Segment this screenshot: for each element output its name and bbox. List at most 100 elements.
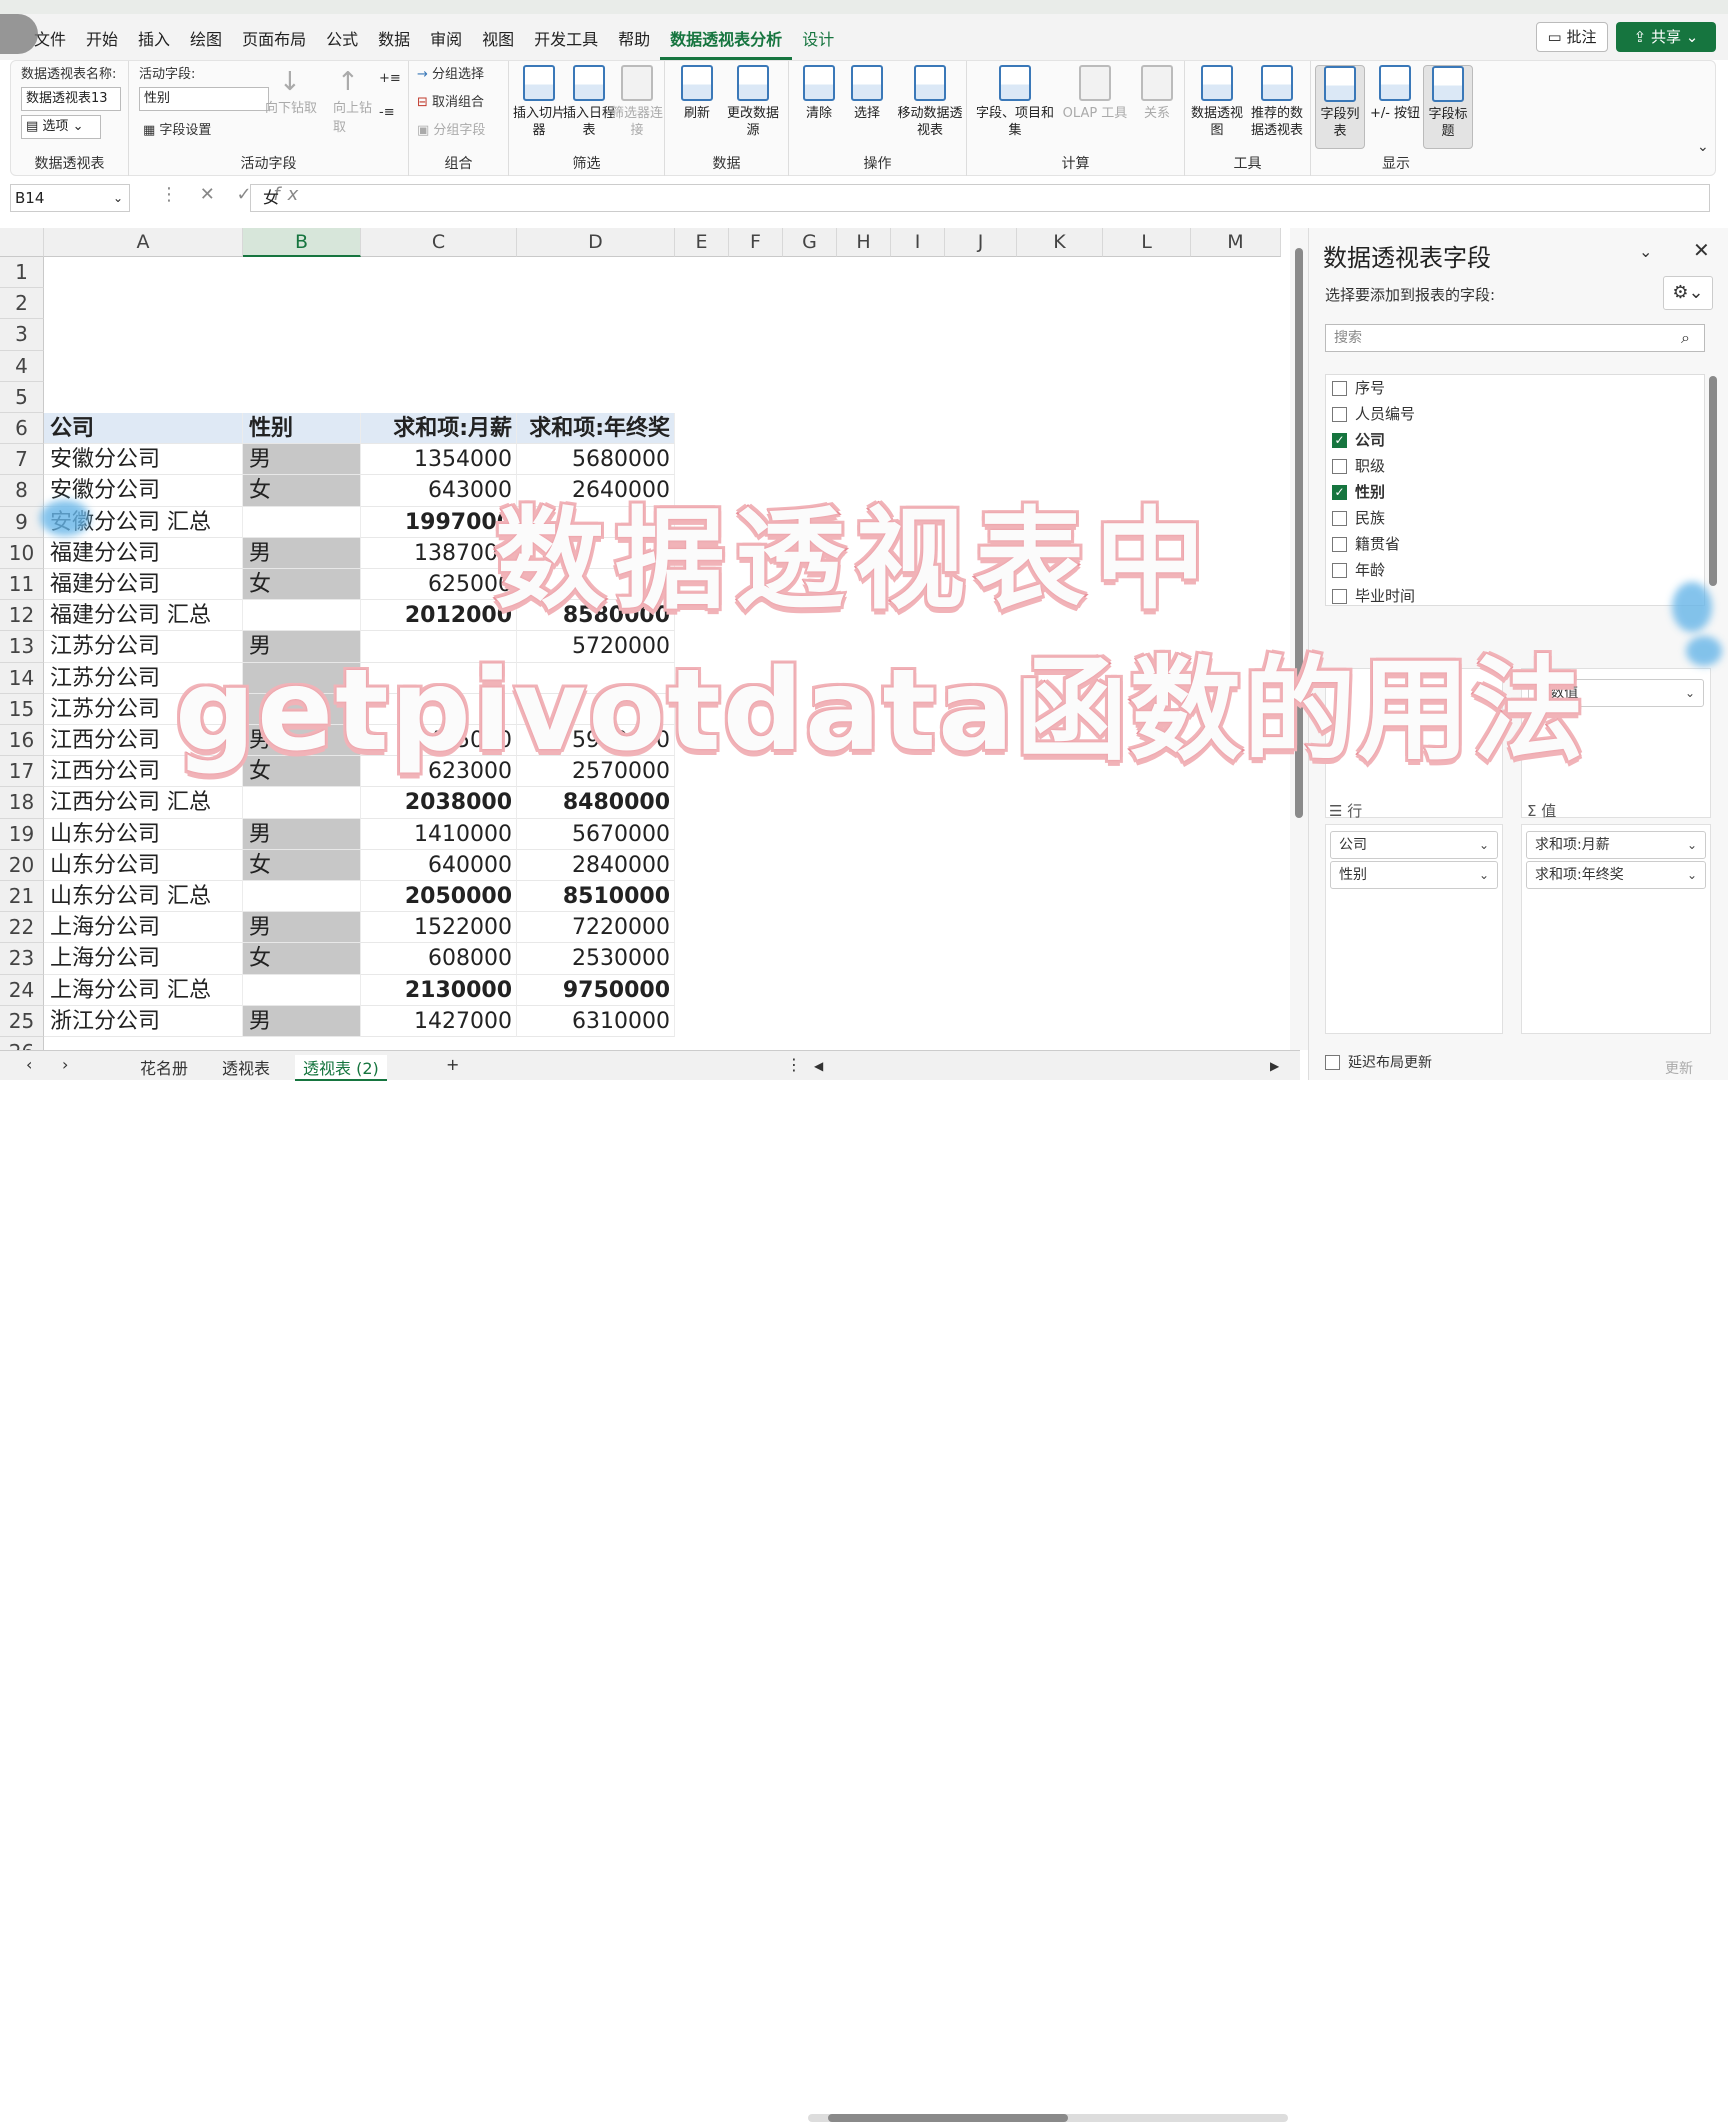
vertical-scroll-thumb[interactable] <box>1295 248 1303 818</box>
pivot-cell[interactable]: 男 <box>243 818 361 850</box>
scroll-right-icon[interactable]: ▶ <box>1270 1059 1279 1073</box>
tab-formulas[interactable]: 公式 <box>316 14 368 60</box>
pivot-cell[interactable]: 福建分公司 <box>44 537 243 569</box>
pivot-cell[interactable] <box>361 662 517 694</box>
pivot-cell[interactable]: 安徽分公司 <box>44 475 243 507</box>
rows-zone[interactable]: 公司 ⌄ 性别 ⌄ <box>1325 824 1503 1034</box>
update-button[interactable]: 更新 <box>1665 1058 1693 1078</box>
pivot-cell[interactable]: 7220000 <box>517 912 675 944</box>
pivot-cell[interactable]: 1387000 <box>361 537 517 569</box>
pivot-total-cell[interactable] <box>243 506 361 538</box>
pivot-cell[interactable]: 5680000 <box>517 444 675 476</box>
tab-design[interactable]: 设计 <box>792 14 844 60</box>
change-source-button[interactable]: 更改数据源 <box>725 65 781 139</box>
buttons-toggle[interactable]: +/- 按钮 <box>1367 65 1423 122</box>
field-item[interactable]: 职级 <box>1326 453 1704 479</box>
sheet-tab-roster[interactable]: 花名册 <box>140 1055 188 1079</box>
pivot-cell[interactable]: 1410000 <box>361 818 517 850</box>
field-item[interactable]: 年龄 <box>1326 557 1704 583</box>
pivot-cell[interactable]: 江苏分公司 <box>44 662 243 694</box>
defer-update-checkbox[interactable]: 延迟布局更新 <box>1325 1052 1432 1072</box>
field-checkbox[interactable] <box>1332 562 1347 578</box>
drill-up-button[interactable]: 向上钻取 <box>333 97 373 135</box>
field-checkbox[interactable] <box>1332 536 1347 552</box>
row-header[interactable]: 24 <box>0 974 44 1006</box>
insert-slicer-button[interactable]: 插入切片器 <box>511 65 567 139</box>
field-checkbox[interactable] <box>1332 588 1347 604</box>
pivot-total-cell[interactable] <box>243 600 361 632</box>
field-list-scroll-thumb[interactable] <box>1709 376 1717 586</box>
add-sheet-icon[interactable]: + <box>446 1055 459 1074</box>
pivot-cell[interactable]: 640000 <box>361 849 517 881</box>
column-header-a[interactable]: A <box>44 228 243 257</box>
pivot-cell[interactable] <box>361 631 517 663</box>
field-checkbox[interactable] <box>1332 406 1347 422</box>
pivot-cell[interactable] <box>517 569 675 601</box>
pivot-cell[interactable] <box>243 693 361 725</box>
ungroup-button[interactable]: ⊟ 取消组合 <box>417 91 484 110</box>
pivot-cell[interactable]: 5720000 <box>517 631 675 663</box>
filter-connections-button[interactable]: 筛选器连接 <box>609 65 665 139</box>
pivot-header-cell[interactable]: 性别 <box>243 413 361 445</box>
name-box[interactable]: B14 ⌄ <box>10 184 130 212</box>
drill-down-button[interactable]: 向下钻取 <box>265 97 317 116</box>
field-item[interactable]: 序号 <box>1326 375 1704 401</box>
move-pivot-button[interactable]: 移动数据透视表 <box>895 65 965 139</box>
pivot-cell[interactable]: 1522000 <box>361 912 517 944</box>
field-list-toggle[interactable]: 字段列表 <box>1315 65 1365 149</box>
pivot-cell[interactable]: 男 <box>243 631 361 663</box>
row-header[interactable]: 15 <box>0 693 44 725</box>
options-button[interactable]: ▤ 选项 ⌄ <box>21 115 101 139</box>
row-header[interactable]: 17 <box>0 756 44 788</box>
pivot-header-cell[interactable]: 求和项:月薪 <box>361 413 517 445</box>
pivot-cell[interactable]: 5670000 <box>517 818 675 850</box>
field-checkbox[interactable] <box>1332 510 1347 526</box>
row-header[interactable]: 7 <box>0 444 44 476</box>
filters-zone[interactable] <box>1325 668 1503 818</box>
fields-items-sets-button[interactable]: 字段、项目和集 <box>973 65 1057 139</box>
pivot-total-cell[interactable]: 安徽分公司 汇总 <box>44 506 243 538</box>
refresh-button[interactable]: 刷新 <box>669 65 725 122</box>
values-item-bonus[interactable]: 求和项:年终奖 ⌄ <box>1526 861 1706 889</box>
field-checkbox[interactable] <box>1332 458 1347 474</box>
tab-insert[interactable]: 插入 <box>128 14 180 60</box>
row-header[interactable]: 18 <box>0 787 44 819</box>
columns-zone-item[interactable]: Σ 数值 ⌄ <box>1528 679 1704 707</box>
active-field-input[interactable]: 性别 <box>139 87 269 111</box>
tab-review[interactable]: 审阅 <box>420 14 472 60</box>
pivot-cell[interactable]: 5910000 <box>517 725 675 757</box>
row-header[interactable]: 3 <box>0 319 44 351</box>
pivot-cell[interactable]: 623000 <box>361 756 517 788</box>
values-item-salary[interactable]: 求和项:月薪 ⌄ <box>1526 831 1706 859</box>
rows-item-gender[interactable]: 性别 ⌄ <box>1330 861 1498 889</box>
pivot-total-cell[interactable]: 福建分公司 汇总 <box>44 600 243 632</box>
row-header[interactable]: 9 <box>0 506 44 538</box>
pivot-cell[interactable]: 女 <box>243 849 361 881</box>
pivot-total-cell[interactable]: 8510000 <box>517 881 675 913</box>
row-header[interactable]: 13 <box>0 631 44 663</box>
field-item[interactable]: 毕业时间 <box>1326 583 1704 605</box>
column-header-f[interactable]: F <box>729 228 783 257</box>
column-header-l[interactable]: L <box>1103 228 1191 257</box>
row-header[interactable]: 8 <box>0 475 44 507</box>
field-item[interactable]: 人员编号 <box>1326 401 1704 427</box>
tab-developer[interactable]: 开发工具 <box>524 14 608 60</box>
pivot-cell[interactable]: 山东分公司 <box>44 818 243 850</box>
formula-input[interactable]: 女 <box>250 184 1710 212</box>
columns-zone[interactable]: Σ 数值 ⌄ <box>1521 668 1711 818</box>
pivot-cell[interactable]: 2840000 <box>517 849 675 881</box>
row-header[interactable]: 14 <box>0 662 44 694</box>
sheet-tab-pivot[interactable]: 透视表 <box>222 1055 270 1079</box>
field-checkbox[interactable] <box>1332 380 1347 396</box>
pivot-cell[interactable]: 1415000 <box>361 725 517 757</box>
olap-tools-button[interactable]: OLAP 工具 <box>1059 65 1131 122</box>
pivot-cell[interactable]: 江苏分公司 <box>44 693 243 725</box>
row-header[interactable]: 21 <box>0 881 44 913</box>
pivot-header-cell[interactable]: 求和项:年终奖 <box>517 413 675 445</box>
pivot-cell[interactable]: 浙江分公司 <box>44 1005 243 1037</box>
scroll-left-icon[interactable]: ◀ <box>814 1059 823 1073</box>
column-header-h[interactable]: H <box>837 228 891 257</box>
tab-help[interactable]: 帮助 <box>608 14 660 60</box>
select-button[interactable]: 选择 <box>839 65 895 122</box>
column-header-e[interactable]: E <box>675 228 729 257</box>
